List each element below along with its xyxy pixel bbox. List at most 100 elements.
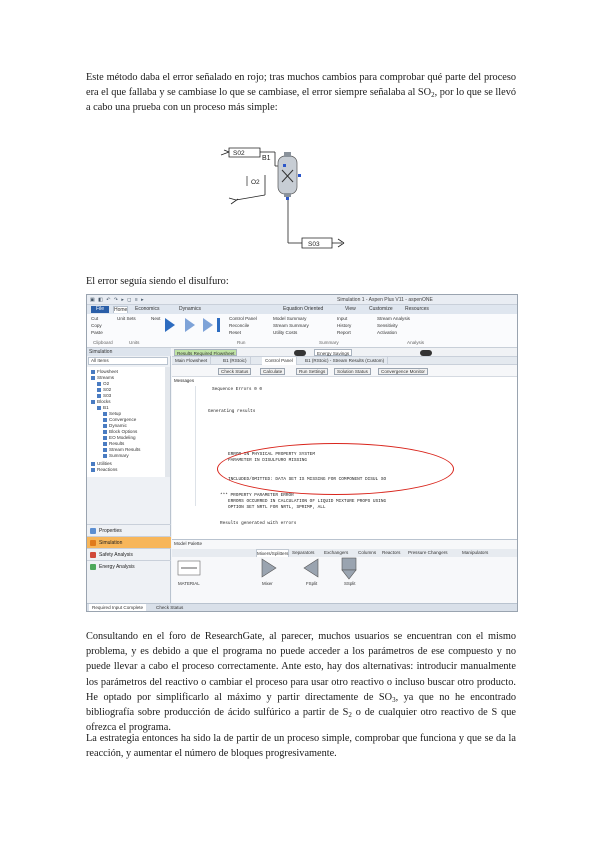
message-line: OPTION SET NRTL FOR NRTL, SPRIMP, ALL: [228, 505, 326, 510]
block-label-fsplit: FSplit: [306, 581, 318, 586]
energy-toggle[interactable]: [420, 349, 432, 356]
next-button[interactable]: Next: [151, 316, 160, 321]
form-icon: [103, 441, 107, 446]
ssplit-icon: [341, 557, 357, 571]
safety-icon: [90, 552, 96, 558]
nav-simulation[interactable]: Simulation: [87, 536, 171, 548]
palette-blocks: MATERIAL Mixer FSplit SSplit: [177, 557, 357, 586]
tab-b1-rstoic[interactable]: B1 (RStoic): [220, 357, 251, 365]
navigation-filter[interactable]: All Items: [88, 357, 168, 365]
check-status-button[interactable]: Check Status: [218, 368, 252, 375]
convergence-monitor-button[interactable]: Convergence Monitor: [378, 368, 428, 375]
folder-icon: [91, 375, 95, 380]
folder-icon: [91, 399, 95, 404]
stream-analysis-button[interactable]: Stream Analysis: [377, 316, 410, 321]
stop-icon[interactable]: [203, 318, 213, 332]
group-analysis: Analysis: [407, 340, 425, 345]
solution-status-button[interactable]: Solution Status: [334, 368, 371, 375]
document-tabs: Main Flowsheet B1 (RStoic) Control Panel…: [172, 357, 517, 365]
window-title: Simulation 1 - Aspen Plus V11 - aspenONE: [337, 297, 433, 303]
tree-item-eo-modeling[interactable]: EO Modeling: [103, 435, 136, 440]
step-icon[interactable]: [185, 318, 195, 332]
messages-heading: Messages: [174, 378, 195, 383]
activation-button[interactable]: Activation: [377, 330, 397, 335]
message-tree: [174, 386, 196, 506]
nav-properties[interactable]: Properties: [87, 524, 171, 536]
tab-resources[interactable]: Resources: [405, 306, 429, 313]
nav-safety-analysis[interactable]: Safety Analysis: [87, 548, 171, 560]
tree-item-setup[interactable]: Setup: [103, 411, 121, 416]
control-panel-button[interactable]: Control Panel: [229, 316, 257, 321]
tree-item-flowsheet[interactable]: Flowsheet: [91, 369, 118, 374]
block-icon: [97, 405, 101, 410]
tab-home[interactable]: Home: [113, 306, 129, 313]
tree-item-blocks[interactable]: Blocks: [91, 399, 111, 404]
paste-button[interactable]: Paste: [91, 330, 103, 335]
control-panel-bar: Check Status Calculate Run Settings Solu…: [172, 365, 517, 377]
paragraph-4: La estrategia entonces ha sido la de par…: [86, 733, 516, 760]
s02-lead-b: [223, 149, 230, 153]
report-button[interactable]: Report: [337, 330, 351, 335]
tree-item-o2[interactable]: O2: [97, 381, 109, 386]
stream-summary-button[interactable]: Stream Summary: [273, 323, 309, 328]
group-summary: Summary: [319, 340, 339, 345]
tree-item-s03[interactable]: S03: [97, 393, 111, 398]
fsplit-icon: [303, 558, 319, 578]
tree-item-utilities[interactable]: Utilities: [91, 461, 112, 466]
form-icon: [103, 429, 107, 434]
unit-sets-button[interactable]: Unit Sets: [117, 316, 136, 321]
tab-economics[interactable]: Economics: [135, 306, 159, 313]
copy-button[interactable]: Copy: [91, 323, 102, 328]
tree-item-summary[interactable]: Summary: [103, 453, 129, 458]
paragraph-1: Este método daba el error señalado en ro…: [86, 70, 516, 116]
tree-item-stream-results[interactable]: Stream Results: [103, 447, 140, 452]
file-menu[interactable]: File: [91, 306, 109, 313]
form-icon: [103, 411, 107, 416]
run-icon[interactable]: [165, 318, 175, 332]
cut-button[interactable]: Cut: [91, 316, 98, 321]
reset-button[interactable]: Reset: [229, 330, 241, 335]
tree-item-s02[interactable]: S02: [97, 387, 111, 392]
form-icon: [103, 423, 107, 428]
tree-item-dynamic[interactable]: Dynamic: [103, 423, 127, 428]
navigation-tree: Flowsheet Streams O2 S02 S03 Blocks B1 S…: [87, 367, 165, 477]
tab-dynamics[interactable]: Dynamics: [179, 306, 201, 313]
tab-equation-oriented[interactable]: Equation Oriented: [283, 306, 323, 313]
nav-energy-analysis[interactable]: Energy Analysis: [87, 560, 171, 572]
history-button[interactable]: History: [337, 323, 351, 328]
status-toolbar: Results Required Flowsheet Energy Saving…: [172, 348, 517, 357]
tree-item-b1[interactable]: B1: [97, 405, 109, 410]
caption-2: El error seguía siendo el disulfuro:: [86, 276, 229, 287]
input-button[interactable]: Input: [337, 316, 347, 321]
tree-item-reactions[interactable]: Reactions: [91, 467, 117, 472]
mixer-icon: [261, 558, 277, 578]
reconcile-button[interactable]: Reconcile: [229, 323, 249, 328]
results-status-box[interactable]: Results Required Flowsheet: [174, 349, 238, 356]
b1-block-label: B1: [262, 155, 271, 162]
energy-savings-box[interactable]: Energy Savings: [314, 349, 353, 356]
tab-view[interactable]: View: [345, 306, 356, 313]
model-summary-button[interactable]: Model Summary: [273, 316, 306, 321]
utility-costs-button[interactable]: Utility Costs: [273, 330, 297, 335]
tab-control-panel[interactable]: Control Panel: [262, 357, 297, 365]
reset-icon[interactable]: [217, 318, 220, 332]
navigation-scrollbar[interactable]: [165, 367, 170, 477]
calculate-button[interactable]: Calculate: [260, 368, 286, 375]
s02-stream-label-box: [228, 147, 261, 158]
sensitivity-button[interactable]: Sensitivity: [377, 323, 398, 328]
tree-item-block-options[interactable]: Block Options: [103, 429, 137, 434]
message-line: Results generated with errors: [220, 521, 297, 526]
footer-tab-check-status[interactable]: Check Status: [153, 604, 186, 611]
run-settings-button[interactable]: Run Settings: [296, 368, 329, 375]
tab-stream-results[interactable]: B1 (RStoic) - Stream Results (Custom): [302, 357, 389, 365]
results-toggle[interactable]: [294, 349, 306, 356]
tree-item-convergence[interactable]: Convergence: [103, 417, 136, 422]
s03-stream-label: S03: [308, 241, 320, 248]
footer-tab-required-input[interactable]: Required Input Complete: [89, 604, 147, 611]
s02-stream-label: S02: [233, 150, 245, 157]
tree-item-results[interactable]: Results: [103, 441, 124, 446]
tab-customize[interactable]: Customize: [369, 306, 393, 313]
tree-item-streams[interactable]: Streams: [91, 375, 114, 380]
tab-main-flowsheet[interactable]: Main Flowsheet: [172, 357, 212, 365]
message-line: Generating results: [208, 409, 256, 414]
